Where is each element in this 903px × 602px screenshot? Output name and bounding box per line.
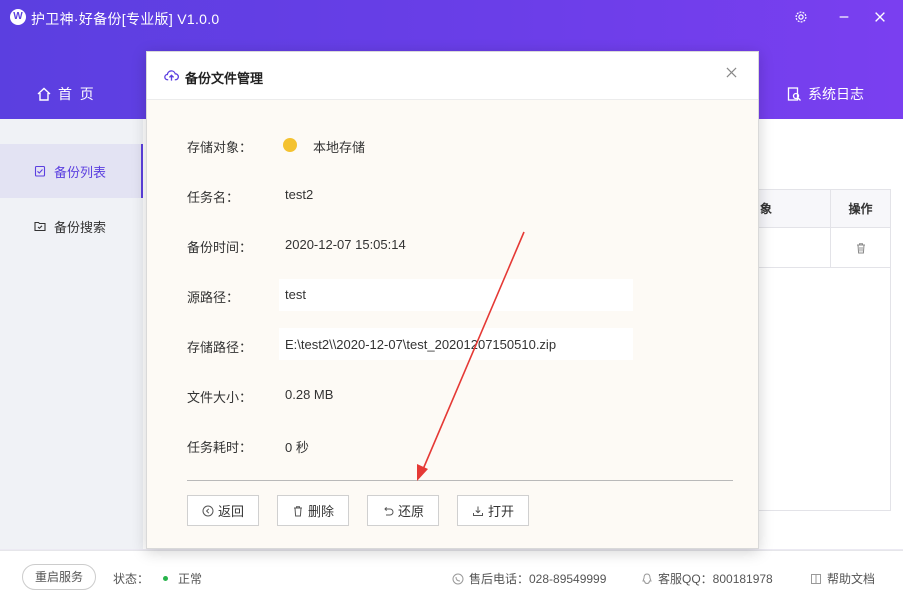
open-download-icon [472, 506, 483, 516]
app-title: 护卫神·好备份[专业版] V1.0.0 [31, 11, 220, 27]
back-circle-icon [202, 505, 214, 516]
minimize-button[interactable] [833, 6, 855, 28]
trash-icon [293, 505, 302, 516]
nav-system-log-label: 系统日志 [808, 86, 864, 102]
back-button[interactable]: 返回 [187, 495, 259, 526]
phone-text: 售后电话：028-89549999 [469, 572, 607, 586]
qq-icon [642, 572, 652, 584]
log-search-icon [787, 87, 801, 101]
label-task-name: 任务名： [187, 190, 240, 205]
trash-icon[interactable] [855, 242, 867, 254]
support-qq: 客服QQ：800181978 [641, 570, 773, 587]
status-dot-icon [163, 576, 168, 581]
folder-search-icon [34, 221, 46, 232]
backup-file-manager-dialog: 备份文件管理 存储对象： 本地存储 任务名： test2 备份时间： 2020-… [146, 51, 759, 549]
status-label-text: 状态： [113, 572, 150, 586]
home-icon [37, 87, 51, 101]
label-backup-time: 备份时间： [187, 240, 253, 255]
value-source-path: test [285, 287, 306, 302]
cloud-upload-icon [164, 70, 179, 81]
folder-icon [283, 138, 297, 152]
phone-icon [452, 573, 464, 584]
settings-gear-icon[interactable] [790, 6, 812, 28]
sidebar-item-backup-list[interactable]: 备份列表 [0, 144, 143, 198]
value-storage-path: E:\test2\\2020-12-07\test_20201207150510… [285, 337, 557, 352]
delete-button[interactable]: 删除 [277, 495, 349, 526]
table-header-actions: 操作 [830, 190, 890, 228]
nav-system-log[interactable]: 系统日志 [786, 84, 864, 104]
status-value: 正常 [178, 572, 203, 586]
nav-home[interactable]: 首 页 [36, 84, 94, 104]
source-path-field [279, 279, 633, 311]
open-button-label: 打开 [487, 504, 514, 519]
value-backup-time: 2020-12-07 15:05:14 [285, 237, 406, 252]
undo-icon [384, 506, 394, 515]
value-task-duration: 0 秒 [285, 440, 309, 455]
value-task-name: test2 [285, 187, 314, 202]
backup-table: 象 操作 [758, 189, 891, 511]
restore-button[interactable]: 还原 [367, 495, 439, 526]
restart-service-button[interactable]: 重启服务 [22, 564, 96, 590]
after-sales-phone: 售后电话：028-89549999 [452, 570, 606, 587]
sidebar-item-label: 备份列表 [54, 164, 107, 180]
table-header-partial: 象 [758, 190, 830, 228]
close-window-button[interactable] [869, 6, 891, 28]
table-row [758, 228, 830, 268]
qq-text: 客服QQ：800181978 [658, 572, 773, 586]
app-logo-icon: W [10, 9, 26, 25]
label-storage-path: 存储路径： [187, 340, 253, 355]
status-label: 状态： [113, 570, 149, 587]
help-text: 帮助文档 [827, 572, 876, 586]
title-bar: W 护卫神·好备份[专业版] V1.0.0 [0, 0, 903, 36]
dialog-header: 备份文件管理 [147, 52, 758, 100]
status-indicator: 正常 [163, 570, 202, 587]
open-button[interactable]: 打开 [457, 495, 529, 526]
dialog-title: 备份文件管理 [185, 71, 264, 86]
back-button-label: 返回 [217, 504, 244, 519]
restore-button-label: 还原 [397, 504, 424, 519]
label-storage-target: 存储对象： [187, 140, 253, 155]
value-storage-target: 本地存储 [313, 140, 366, 155]
table-row-actions [830, 228, 890, 268]
clipboard-check-icon [34, 165, 46, 177]
sidebar: 备份列表 备份搜索 [0, 119, 143, 549]
label-file-size: 文件大小： [187, 390, 253, 405]
divider [187, 480, 733, 481]
status-footer: 重启服务 状态： 正常 售后电话：028-89549999 客服QQ：80018… [0, 550, 903, 602]
value-file-size: 0.28 MB [285, 387, 334, 402]
sidebar-item-backup-search[interactable]: 备份搜索 [0, 199, 143, 253]
label-task-duration: 任务耗时： [187, 440, 253, 455]
nav-home-label: 首 页 [58, 86, 94, 102]
sidebar-item-label: 备份搜索 [54, 219, 107, 235]
label-source-path: 源路径： [187, 290, 240, 305]
help-docs-link[interactable]: 帮助文档 [810, 570, 875, 587]
delete-button-label: 删除 [307, 504, 334, 519]
dialog-close-icon[interactable] [722, 65, 740, 83]
book-icon [811, 573, 821, 584]
